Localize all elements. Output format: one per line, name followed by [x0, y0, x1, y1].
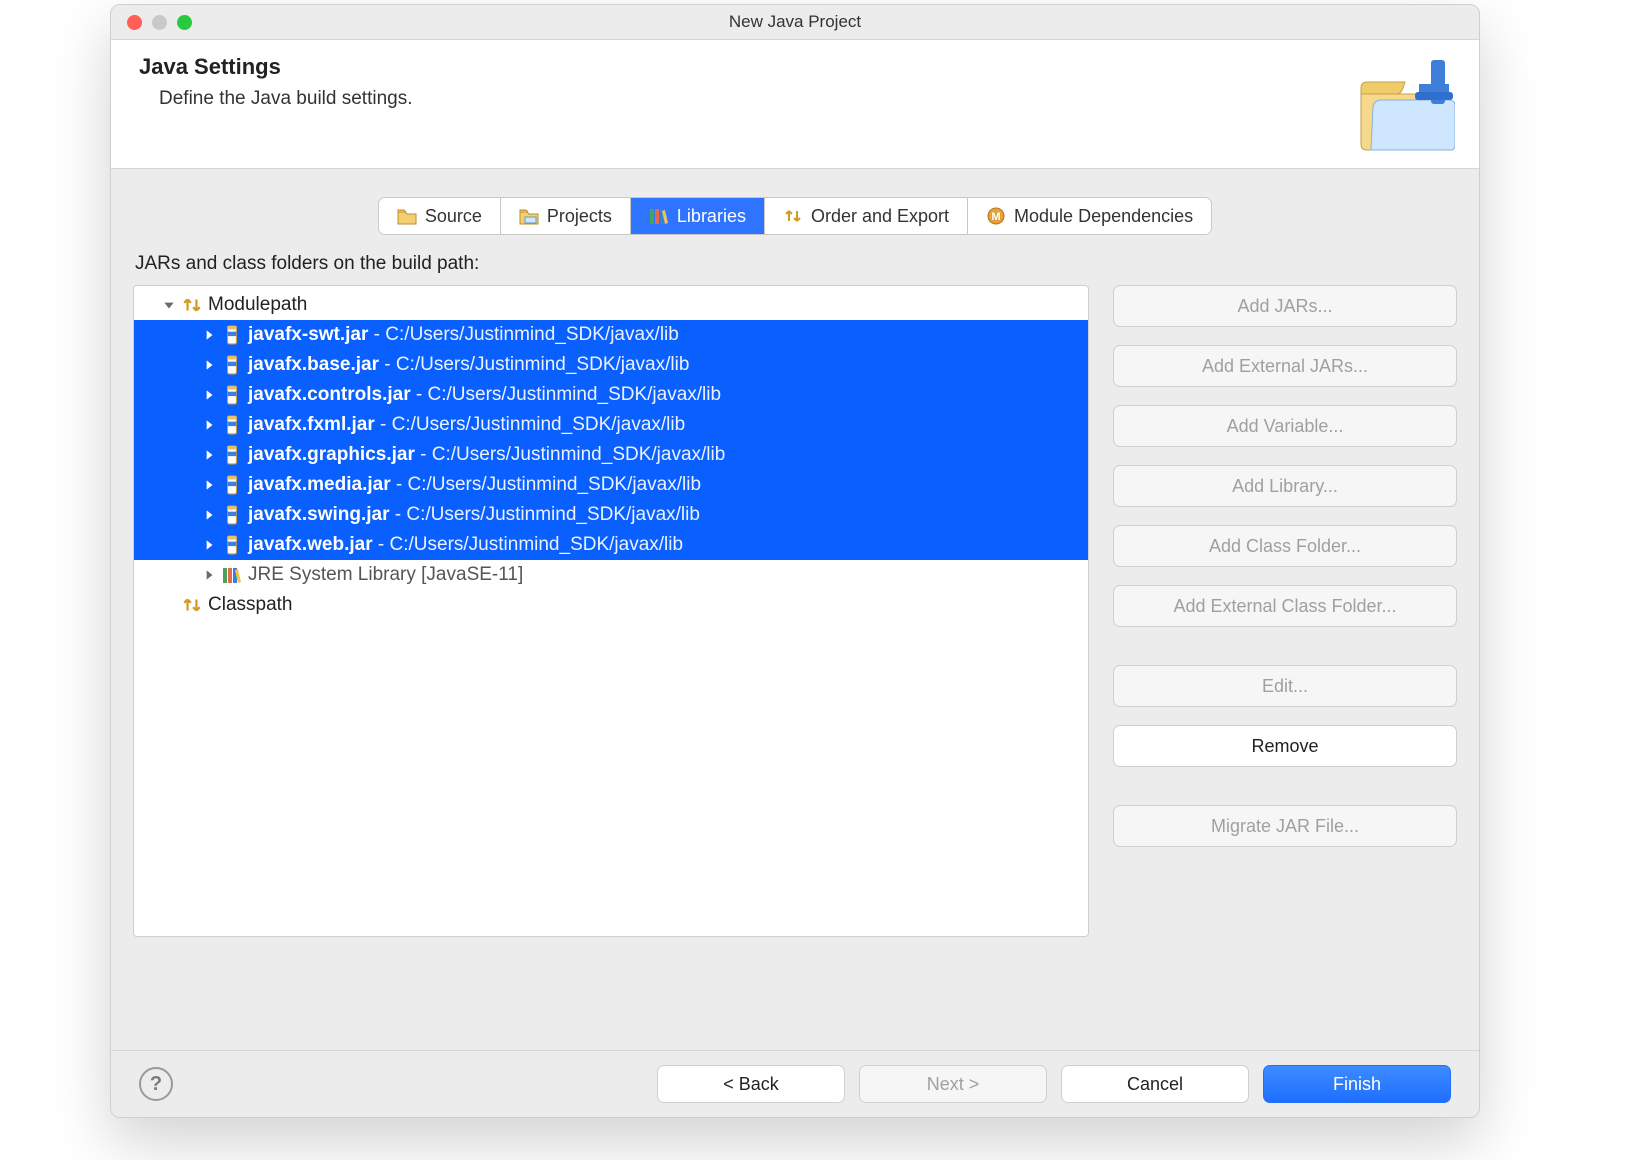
tab-libraries[interactable]: Libraries	[631, 198, 765, 234]
tab-label: Module Dependencies	[1014, 206, 1193, 227]
jar-name: javafx.controls.jar	[248, 384, 411, 405]
add-external-class-folder-button[interactable]: Add External Class Folder...	[1113, 585, 1457, 627]
jar-name: javafx.base.jar	[248, 354, 379, 375]
jar-icon	[222, 445, 242, 465]
tree-node-jar[interactable]: javafx-swt.jar - C:/Users/Justinmind_SDK…	[134, 320, 1088, 350]
titlebar: New Java Project	[111, 5, 1479, 40]
chevron-right-icon	[202, 418, 216, 432]
node-label: Classpath	[208, 594, 293, 616]
jar-name: javafx.web.jar	[248, 534, 373, 555]
dialog-header: Java Settings Define the Java build sett…	[111, 40, 1479, 169]
jar-icon	[222, 325, 242, 345]
jar-path: - C:/Users/Justinmind_SDK/javax/lib	[373, 534, 683, 555]
chevron-right-icon	[202, 388, 216, 402]
edit-button[interactable]: Edit...	[1113, 665, 1457, 707]
jar-path: - C:/Users/Justinmind_SDK/javax/lib	[411, 384, 721, 405]
jar-name: javafx.media.jar	[248, 474, 391, 495]
chevron-right-icon	[202, 448, 216, 462]
build-path-tree[interactable]: Modulepath javafx-swt.jar - C:/Users/Jus…	[133, 285, 1089, 937]
tree-node-modulepath[interactable]: Modulepath	[134, 290, 1088, 320]
tree-heading: JARs and class folders on the build path…	[135, 253, 1457, 275]
jar-icon	[222, 535, 242, 555]
tab-order-export[interactable]: Order and Export	[765, 198, 968, 234]
projects-folder-icon	[519, 207, 539, 225]
chevron-right-icon	[202, 508, 216, 522]
back-button[interactable]: < Back	[657, 1065, 845, 1103]
jar-path: - C:/Users/Justinmind_SDK/javax/lib	[379, 354, 689, 375]
jar-name: javafx.graphics.jar	[248, 444, 415, 465]
tree-node-jar[interactable]: javafx.base.jar - C:/Users/Justinmind_SD…	[134, 350, 1088, 380]
library-books-icon	[222, 565, 242, 585]
add-library-button[interactable]: Add Library...	[1113, 465, 1457, 507]
node-label: Modulepath	[208, 294, 307, 316]
dialog-content: Source Projects Libraries Order and Expo…	[111, 169, 1479, 1050]
tree-node-jar[interactable]: javafx.web.jar - C:/Users/Justinmind_SDK…	[134, 530, 1088, 560]
spacer	[162, 598, 176, 612]
chevron-right-icon	[202, 568, 216, 582]
tab-label: Order and Export	[811, 206, 949, 227]
tree-node-jar[interactable]: javafx.media.jar - C:/Users/Justinmind_S…	[134, 470, 1088, 500]
modulepath-icon	[182, 295, 202, 315]
tab-source[interactable]: Source	[379, 198, 501, 234]
side-button-column: Add JARs... Add External JARs... Add Var…	[1113, 285, 1457, 1030]
add-variable-button[interactable]: Add Variable...	[1113, 405, 1457, 447]
jar-icon	[222, 475, 242, 495]
migrate-jar-file-button[interactable]: Migrate JAR File...	[1113, 805, 1457, 847]
jar-icon	[222, 415, 242, 435]
tree-node-jre[interactable]: JRE System Library [JavaSE-11]	[134, 560, 1088, 590]
add-jars-button[interactable]: Add JARs...	[1113, 285, 1457, 327]
workarea: Modulepath javafx-swt.jar - C:/Users/Jus…	[133, 285, 1457, 1030]
build-path-tabs: Source Projects Libraries Order and Expo…	[378, 197, 1212, 235]
tree-node-classpath[interactable]: Classpath	[134, 590, 1088, 620]
jar-icon	[222, 385, 242, 405]
jar-path: - C:/Users/Justinmind_SDK/javax/lib	[391, 474, 701, 495]
help-button[interactable]: ?	[139, 1067, 173, 1101]
jar-name: javafx.swing.jar	[248, 504, 390, 525]
tab-module-dependencies[interactable]: M Module Dependencies	[968, 198, 1211, 234]
tab-label: Projects	[547, 206, 612, 227]
node-label: JRE System Library [JavaSE-11]	[248, 564, 523, 586]
jar-name: javafx-swt.jar	[248, 324, 368, 345]
chevron-down-icon	[162, 298, 176, 312]
remove-button[interactable]: Remove	[1113, 725, 1457, 767]
chevron-right-icon	[202, 328, 216, 342]
chevron-right-icon	[202, 358, 216, 372]
jar-path: - C:/Users/Justinmind_SDK/javax/lib	[375, 414, 685, 435]
page-title: Java Settings	[111, 40, 1479, 80]
jar-name: javafx.fxml.jar	[248, 414, 375, 435]
tree-node-jar[interactable]: javafx.graphics.jar - C:/Users/Justinmin…	[134, 440, 1088, 470]
order-export-icon	[783, 207, 803, 225]
add-external-jars-button[interactable]: Add External JARs...	[1113, 345, 1457, 387]
tree-node-jar[interactable]: javafx.controls.jar - C:/Users/Justinmin…	[134, 380, 1088, 410]
jar-path: - C:/Users/Justinmind_SDK/javax/lib	[415, 444, 725, 465]
chevron-right-icon	[202, 538, 216, 552]
libraries-icon	[649, 207, 669, 225]
tab-projects[interactable]: Projects	[501, 198, 631, 234]
tree-node-jar[interactable]: javafx.swing.jar - C:/Users/Justinmind_S…	[134, 500, 1088, 530]
classpath-icon	[182, 595, 202, 615]
window-title: New Java Project	[111, 12, 1479, 32]
svg-text:M: M	[991, 211, 1000, 223]
dialog-window: New Java Project Java Settings Define th…	[110, 4, 1480, 1118]
chevron-right-icon	[202, 478, 216, 492]
tree-node-jar[interactable]: javafx.fxml.jar - C:/Users/Justinmind_SD…	[134, 410, 1088, 440]
page-subtitle: Define the Java build settings.	[159, 88, 1479, 110]
module-icon: M	[986, 207, 1006, 225]
source-folder-icon	[397, 207, 417, 225]
finish-button[interactable]: Finish	[1263, 1065, 1451, 1103]
dialog-footer: ? < Back Next > Cancel Finish	[111, 1050, 1479, 1117]
jar-path: - C:/Users/Justinmind_SDK/javax/lib	[368, 324, 678, 345]
next-button[interactable]: Next >	[859, 1065, 1047, 1103]
jar-icon	[222, 355, 242, 375]
jar-path: - C:/Users/Justinmind_SDK/javax/lib	[390, 504, 700, 525]
tab-label: Libraries	[677, 206, 746, 227]
tab-label: Source	[425, 206, 482, 227]
folder-java-icon	[1355, 54, 1455, 154]
add-class-folder-button[interactable]: Add Class Folder...	[1113, 525, 1457, 567]
cancel-button[interactable]: Cancel	[1061, 1065, 1249, 1103]
jar-icon	[222, 505, 242, 525]
